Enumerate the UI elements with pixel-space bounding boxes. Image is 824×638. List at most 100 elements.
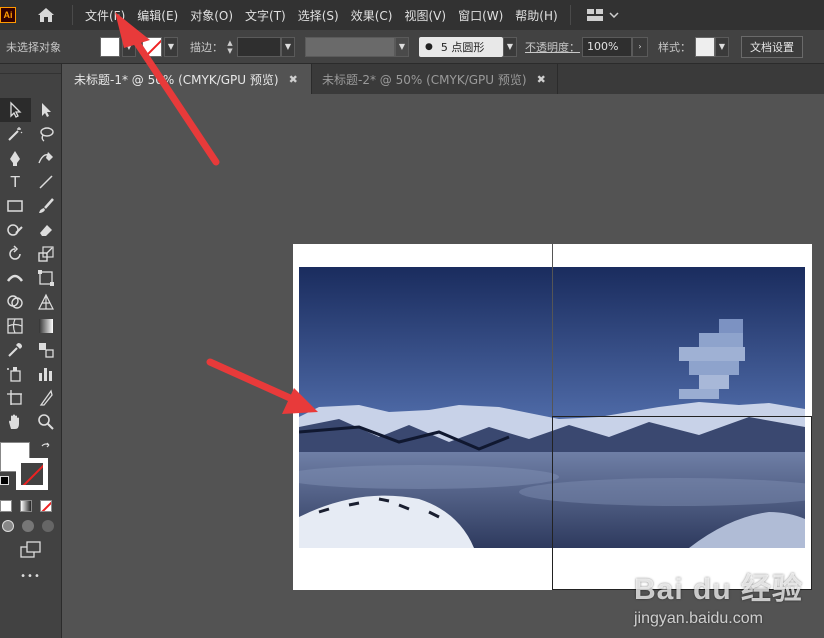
draw-inside-icon[interactable] bbox=[42, 520, 54, 532]
menu-edit[interactable]: 编辑(E) bbox=[131, 7, 184, 24]
zoom-tool[interactable] bbox=[31, 410, 62, 434]
mesh-tool[interactable] bbox=[0, 314, 31, 338]
perspective-grid-tool[interactable] bbox=[31, 290, 62, 314]
free-transform-tool[interactable] bbox=[31, 266, 62, 290]
selection-arrow-icon bbox=[10, 101, 22, 118]
artboard-tool[interactable] bbox=[0, 386, 31, 410]
rotate-tool[interactable] bbox=[0, 242, 31, 266]
chevron-down-icon: ▼ bbox=[125, 42, 133, 51]
app-logo: Ai bbox=[0, 7, 16, 23]
opacity-label[interactable]: 不透明度： bbox=[525, 39, 580, 55]
shaper-tool[interactable] bbox=[0, 218, 31, 242]
line-icon bbox=[39, 175, 53, 189]
color-mode-button[interactable] bbox=[0, 500, 12, 512]
control-bar: 未选择对象 ▼ ▼ 描边： ▲ ▼ ▼ ▼ ● 5 点圆形 ▼ 不透明度： 100… bbox=[0, 30, 824, 64]
gradient-tool[interactable] bbox=[31, 314, 62, 338]
shape-builder-tool[interactable] bbox=[0, 290, 31, 314]
workspace-switcher[interactable] bbox=[586, 9, 619, 21]
variable-width-profile[interactable] bbox=[305, 36, 395, 57]
stroke-weight-dropdown[interactable]: ▼ bbox=[281, 36, 295, 57]
column-graph-tool[interactable] bbox=[31, 362, 62, 386]
none-mode-button[interactable] bbox=[40, 500, 52, 512]
direct-selection-tool[interactable] bbox=[31, 98, 62, 122]
menu-file[interactable]: 文件(F) bbox=[79, 7, 131, 24]
curvature-tool[interactable] bbox=[31, 146, 62, 170]
eyedropper-icon bbox=[8, 343, 23, 357]
menu-help[interactable]: 帮助(H) bbox=[509, 7, 563, 24]
paintbrush-icon bbox=[38, 198, 54, 213]
menu-bar: Ai 文件(F) 编辑(E) 对象(O) 文字(T) 选择(S) 效果(C) 视… bbox=[0, 0, 824, 30]
mesh-icon bbox=[7, 318, 23, 334]
fill-dropdown[interactable]: ▼ bbox=[122, 36, 136, 57]
magic-wand-tool[interactable] bbox=[0, 122, 31, 146]
pen-tool[interactable] bbox=[0, 146, 31, 170]
symbol-sprayer-tool[interactable] bbox=[0, 362, 31, 386]
stroke-color-box[interactable] bbox=[16, 458, 48, 490]
rectangle-tool[interactable] bbox=[0, 194, 31, 218]
menu-object[interactable]: 对象(O) bbox=[184, 7, 239, 24]
pen-icon bbox=[10, 151, 21, 166]
chevron-down-icon: ▼ bbox=[284, 42, 292, 51]
edit-toolbar-button[interactable]: ••• bbox=[20, 571, 41, 582]
draw-behind-icon[interactable] bbox=[22, 520, 34, 532]
menu-view[interactable]: 视图(V) bbox=[398, 7, 452, 24]
hand-tool[interactable] bbox=[0, 410, 31, 434]
fill-swatch[interactable] bbox=[100, 36, 120, 57]
stroke-weight-input[interactable] bbox=[237, 36, 281, 57]
line-segment-tool[interactable] bbox=[31, 170, 62, 194]
type-tool[interactable]: T bbox=[0, 170, 31, 194]
eraser-tool[interactable] bbox=[31, 218, 62, 242]
eyedropper-tool[interactable] bbox=[0, 338, 31, 362]
lasso-tool[interactable] bbox=[31, 122, 62, 146]
brush-dropdown[interactable]: ▼ bbox=[503, 36, 517, 57]
menu-effect[interactable]: 效果(C) bbox=[345, 7, 399, 24]
panel-grip[interactable] bbox=[0, 64, 61, 74]
watermark-url: jingyan.baidu.com bbox=[634, 610, 763, 627]
swap-colors-icon[interactable] bbox=[40, 442, 52, 454]
tab-label: 未标题-1* @ 50% (CMYK/GPU 预览) bbox=[74, 72, 279, 87]
zoom-icon bbox=[37, 414, 54, 430]
home-button[interactable] bbox=[26, 0, 66, 30]
stroke-color-dropdown[interactable]: ▼ bbox=[164, 36, 178, 57]
brush-value: 5 点圆形 bbox=[440, 40, 485, 54]
blend-tool[interactable] bbox=[31, 338, 62, 362]
graphic-style-dropdown[interactable]: ▼ bbox=[715, 36, 729, 57]
opacity-slider-toggle[interactable]: › bbox=[632, 36, 648, 57]
brush-definition[interactable]: ● 5 点圆形 bbox=[419, 36, 503, 57]
width-tool[interactable] bbox=[0, 266, 31, 290]
document-setup-button[interactable]: 文档设置 bbox=[741, 35, 803, 58]
menu-window[interactable]: 窗口(W) bbox=[452, 7, 509, 24]
stroke-swatch[interactable] bbox=[142, 36, 162, 57]
knife-icon bbox=[39, 389, 53, 406]
default-colors-icon[interactable] bbox=[0, 476, 9, 485]
screen-mode-icon[interactable] bbox=[19, 541, 42, 559]
lasso-icon bbox=[40, 127, 54, 142]
slice-tool[interactable] bbox=[31, 386, 62, 410]
menu-select[interactable]: 选择(S) bbox=[292, 7, 345, 24]
selection-status: 未选择对象 bbox=[6, 40, 61, 54]
tools-panel: T ••• bbox=[0, 64, 62, 638]
workspace-grid-icon bbox=[586, 9, 603, 21]
opacity-input[interactable]: 100% bbox=[582, 36, 632, 57]
canvas-area[interactable]: Bai du 经验 jingyan.baidu.com bbox=[64, 94, 824, 638]
watermark: Bai du 经验 jingyan.baidu.com bbox=[634, 564, 803, 628]
close-icon[interactable]: ✖ bbox=[537, 73, 546, 86]
draw-normal-icon[interactable] bbox=[2, 520, 14, 532]
selection-tool[interactable] bbox=[0, 98, 31, 122]
close-icon[interactable]: ✖ bbox=[289, 73, 298, 86]
direct-selection-arrow-icon bbox=[41, 103, 51, 117]
profile-dropdown[interactable]: ▼ bbox=[395, 36, 409, 57]
scale-tool[interactable] bbox=[31, 242, 62, 266]
paintbrush-tool[interactable] bbox=[31, 194, 62, 218]
tab-document-1[interactable]: 未标题-1* @ 50% (CMYK/GPU 预览) ✖ bbox=[64, 64, 312, 94]
hand-icon bbox=[9, 414, 20, 429]
chevron-down-icon: ▼ bbox=[506, 42, 514, 51]
tab-document-2[interactable]: 未标题-2* @ 50% (CMYK/GPU 预览) ✖ bbox=[312, 64, 558, 94]
stroke-weight-stepper[interactable]: ▲ ▼ bbox=[223, 37, 237, 57]
watermark-logo: Bai du 经验 bbox=[634, 573, 804, 606]
gradient-mode-button[interactable] bbox=[20, 500, 32, 512]
graphic-style-swatch[interactable] bbox=[695, 36, 715, 57]
document-tab-bar: 未标题-1* @ 50% (CMYK/GPU 预览) ✖ 未标题-2* @ 50… bbox=[64, 64, 824, 94]
menu-type[interactable]: 文字(T) bbox=[239, 7, 292, 24]
chevron-right-icon: › bbox=[638, 42, 642, 51]
